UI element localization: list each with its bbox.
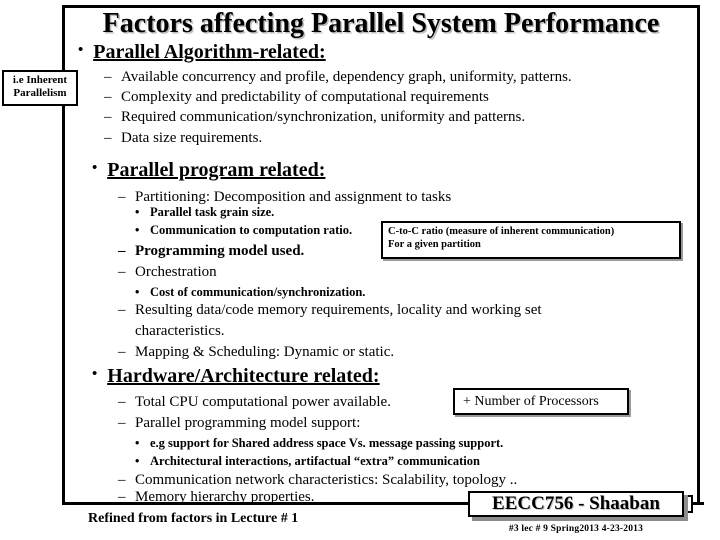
list-item: • e.g support for Shared address space Vs… [135,436,504,450]
list-item: – Complexity and predictability of comput… [104,89,489,105]
list-item-continuation: characteristics. [135,323,225,339]
footer-meta: #3 lec # 9 Spring2013 4-23-2013 [508,524,644,534]
bullet-dot-icon: • [92,160,98,176]
bullet-dot-icon: • [135,454,140,468]
list-item: • Parallel task grain size. [135,205,275,219]
footer-note: Refined from factors in Lecture # 1 [88,511,299,526]
list-item: – Memory hierarchy properties. [118,489,315,505]
list-item: – Data size requirements. [104,130,263,146]
logo-lead-line-right [692,502,704,505]
page-title: Factors affecting Parallel System Perfor… [102,8,660,39]
dash-marker-icon: – [118,243,126,259]
dash-marker-icon: – [118,189,126,205]
logo-tab-shape [684,495,693,513]
list-item: – Partitioning: Decomposition and assignm… [118,189,452,205]
dash-marker-icon: – [104,130,112,146]
bullet-dot-icon: • [135,285,140,299]
bullet-dot-icon: • [78,42,84,58]
dash-marker-icon: – [118,394,126,410]
section-heading-parallel-algorithm: • Parallel Algorithm-related: [78,41,326,63]
bullet-dot-icon: • [135,223,140,237]
list-item: – Orchestration [118,264,217,280]
list-item: – Programming model used. [118,243,305,259]
list-item: – Available concurrency and profile, depe… [104,69,572,85]
list-item: – Required communication/synchronization,… [104,109,526,125]
dash-marker-icon: – [118,344,126,360]
bullet-dot-icon: • [135,436,140,450]
callout-processors-label: + Number of Processors [463,394,599,409]
bullet-dot-icon: • [135,205,140,219]
dash-marker-icon: – [104,69,112,85]
callout-ctoc-line2: For a given partition [388,238,481,250]
bullet-dot-icon: • [92,366,98,382]
callout-number-of-processors: + Number of Processors [453,388,629,415]
slide-canvas: Factors affecting Parallel System Perfor… [0,0,720,540]
callout-c-to-c-ratio: C-to-C ratio (measure of inherent commun… [381,221,681,259]
course-logo-badge: EECC756 - Shaaban [468,491,684,517]
callout-ctoc-line1: C-to-C ratio (measure of inherent commun… [388,226,615,237]
list-item: – Parallel programming model support: [118,415,361,431]
dash-marker-icon: – [118,415,126,431]
dash-marker-icon: – [118,264,126,280]
list-item: – Mapping & Scheduling: Dynamic or static… [118,344,395,360]
dash-marker-icon: – [118,472,126,488]
dash-marker-icon: – [104,109,112,125]
dash-marker-icon: – [118,489,126,505]
callout-inherent-line1: i.e Inherent [12,74,68,86]
section-heading-hardware-architecture: • Hardware/Architecture related: [92,365,380,387]
list-item: – Communication network characteristics: … [118,472,518,488]
callout-inherent-line2: Parallelism [13,87,67,100]
list-item: • Cost of communication/synchronization. [135,285,366,299]
dash-marker-icon: – [104,89,112,105]
list-item: • Architectural interactions, artifactual… [135,454,480,468]
course-logo-text: EECC756 - Shaaban [492,493,660,514]
section-heading-parallel-program: • Parallel program related: [92,159,326,181]
list-item: – Resulting data/code memory requirements… [118,302,542,318]
dash-marker-icon: – [118,302,126,318]
list-item: • Communication to computation ratio. [135,223,353,237]
callout-inherent-parallelism: i.e Inherent Parallelism [2,70,78,106]
list-item: – Total CPU computational power available… [118,394,391,410]
